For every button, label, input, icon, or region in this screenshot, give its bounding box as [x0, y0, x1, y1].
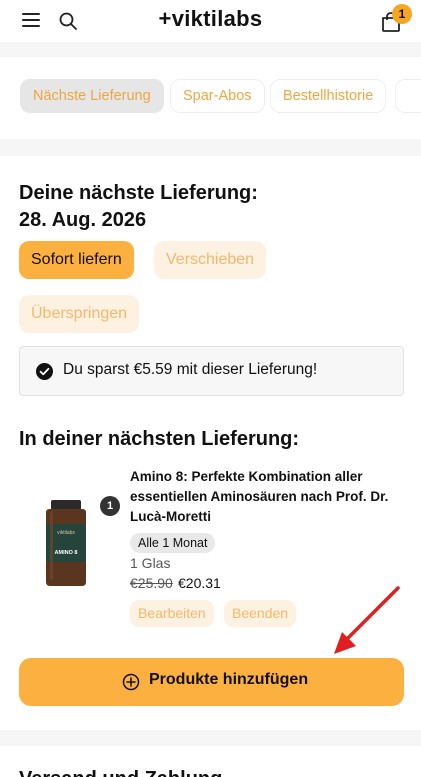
- tab-next-delivery[interactable]: Nächste Lieferung: [20, 79, 164, 113]
- product-image-brand: viktilabs: [57, 530, 75, 536]
- shipping-payment-title: Versand und Zahlung: [19, 768, 222, 777]
- check-circle-icon: [36, 363, 53, 380]
- savings-text: Du sparst €5.59 mit dieser Lieferung!: [63, 361, 318, 378]
- edit-button[interactable]: Bearbeiten: [130, 600, 214, 627]
- tab-more[interactable]: [395, 79, 421, 113]
- top-header: +viktilabs 1: [0, 0, 421, 42]
- price-discounted: €20.31: [178, 575, 221, 591]
- product-unit: 1 Glas: [130, 555, 171, 571]
- tab-subscriptions[interactable]: Spar-Abos: [170, 79, 265, 113]
- annotation-arrow-icon: [334, 586, 400, 654]
- tab-order-history[interactable]: Bestellhistorie: [270, 79, 387, 113]
- shipping-payment-section: Versand und Zahlung: [0, 746, 421, 777]
- product-image: viktilabs AMINO 8: [46, 500, 86, 586]
- skip-button[interactable]: Überspringen: [19, 295, 140, 333]
- add-products-button[interactable]: Produkte hinzufügen: [19, 658, 404, 706]
- plus-circle-icon: [122, 673, 140, 691]
- frequency-badge: Alle 1 Monat: [130, 533, 216, 553]
- delivery-heading-label: Deine nächste Lieferung:: [19, 182, 258, 204]
- product-title[interactable]: Amino 8: Perfekte Kombination aller esse…: [130, 467, 402, 527]
- delivery-heading: Deine nächste Lieferung: 28. Aug. 2026: [19, 180, 258, 234]
- product-image-label: AMINO 8: [55, 550, 78, 556]
- brand-logo[interactable]: +viktilabs: [0, 6, 421, 32]
- postpone-button[interactable]: Verschieben: [154, 241, 267, 279]
- end-button[interactable]: Beenden: [224, 600, 297, 627]
- items-heading: In deiner nächsten Lieferung:: [19, 428, 300, 450]
- quantity-badge: 1: [100, 496, 120, 516]
- price-original: €25.90: [130, 575, 173, 591]
- cart-count-badge: 1: [392, 4, 412, 24]
- deliver-now-button[interactable]: Sofort liefern: [19, 241, 134, 279]
- delivery-date: 28. Aug. 2026: [19, 209, 147, 231]
- subscription-tabs: Nächste Lieferung Spar-Abos Bestellhisto…: [0, 57, 421, 139]
- savings-notice: Du sparst €5.59 mit dieser Lieferung!: [19, 346, 404, 396]
- add-products-label: Produkte hinzufügen: [149, 671, 309, 688]
